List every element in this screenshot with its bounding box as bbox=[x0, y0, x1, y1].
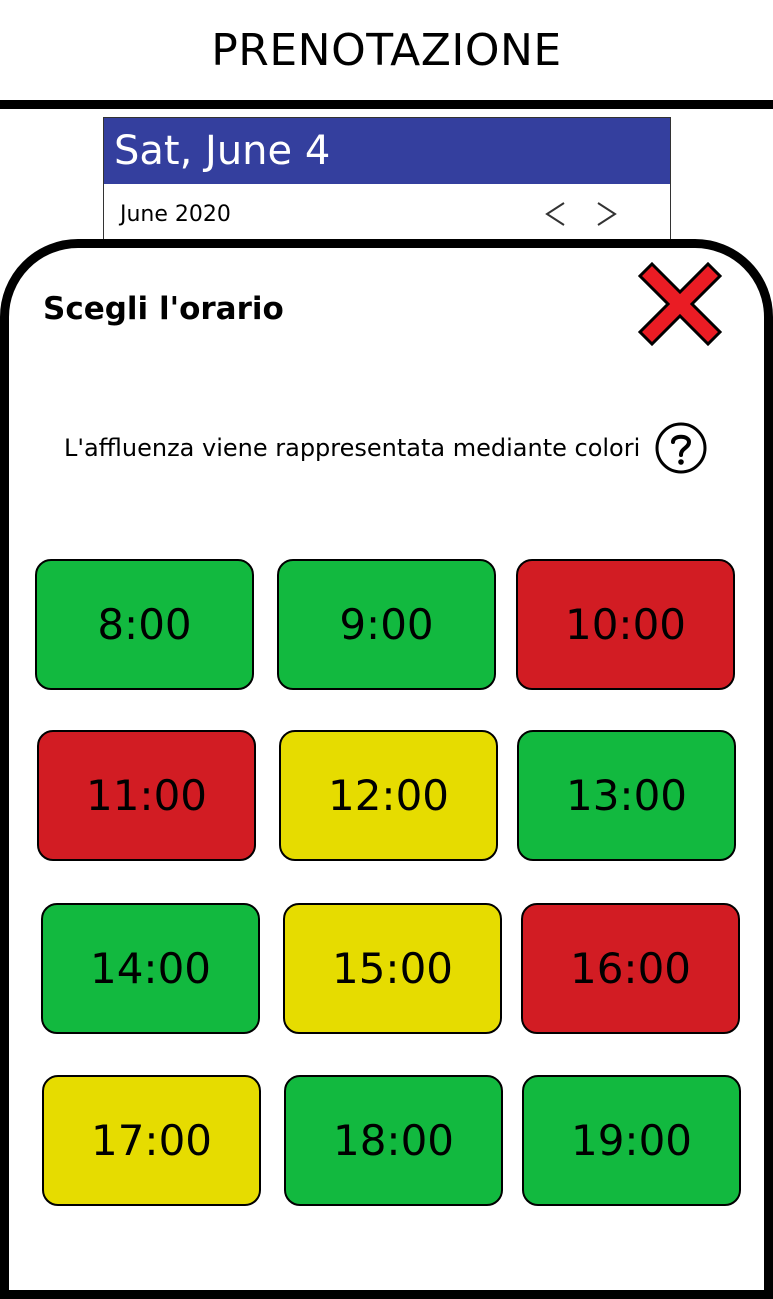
time-slot-button[interactable]: 11:00 bbox=[37, 730, 256, 861]
slot-time-label: 11:00 bbox=[85, 771, 208, 820]
slot-time-label: 10:00 bbox=[564, 600, 687, 649]
selected-date-header: Sat, June 4 bbox=[104, 118, 670, 184]
time-slot-button[interactable]: 17:00 bbox=[42, 1075, 261, 1206]
time-slot-button[interactable]: 16:00 bbox=[521, 903, 740, 1034]
slot-time-label: 12:00 bbox=[327, 771, 450, 820]
slot-time-label: 17:00 bbox=[90, 1116, 213, 1165]
time-slot-button[interactable]: 12:00 bbox=[279, 730, 498, 861]
slot-time-label: 8:00 bbox=[97, 600, 192, 649]
slot-time-label: 14:00 bbox=[89, 944, 212, 993]
slot-time-label: 18:00 bbox=[332, 1116, 455, 1165]
time-slot-button[interactable]: 9:00 bbox=[277, 559, 496, 690]
time-slot-button[interactable]: 18:00 bbox=[284, 1075, 503, 1206]
page-title: PRENOTAZIONE bbox=[211, 24, 562, 76]
month-navigation: June 2020 bbox=[104, 184, 670, 244]
close-x-icon[interactable] bbox=[638, 262, 722, 346]
info-row: L'affluenza viene rappresentata mediante… bbox=[64, 421, 708, 475]
question-circle-icon[interactable] bbox=[654, 421, 708, 475]
time-slot-button[interactable]: 15:00 bbox=[283, 903, 502, 1034]
month-label: June 2020 bbox=[120, 201, 231, 227]
chevron-right-icon[interactable] bbox=[592, 200, 620, 228]
time-slot-button[interactable]: 19:00 bbox=[522, 1075, 741, 1206]
slot-time-label: 19:00 bbox=[570, 1116, 693, 1165]
slot-time-label: 16:00 bbox=[569, 944, 692, 993]
time-slot-button[interactable]: 13:00 bbox=[517, 730, 736, 861]
header-divider bbox=[0, 100, 773, 109]
slot-time-label: 9:00 bbox=[339, 600, 434, 649]
date-picker: Sat, June 4 June 2020 bbox=[103, 117, 671, 257]
slot-time-label: 13:00 bbox=[565, 771, 688, 820]
sheet-title: Scegli l'orario bbox=[43, 291, 284, 327]
time-slot-button[interactable]: 10:00 bbox=[516, 559, 735, 690]
selected-date: Sat, June 4 bbox=[114, 128, 331, 174]
crowd-info-text: L'affluenza viene rappresentata mediante… bbox=[64, 434, 641, 462]
time-slot-button[interactable]: 14:00 bbox=[41, 903, 260, 1034]
time-slot-button[interactable]: 8:00 bbox=[35, 559, 254, 690]
slot-time-label: 15:00 bbox=[331, 944, 454, 993]
chevron-left-icon[interactable] bbox=[542, 200, 570, 228]
app-header: PRENOTAZIONE bbox=[0, 0, 773, 100]
